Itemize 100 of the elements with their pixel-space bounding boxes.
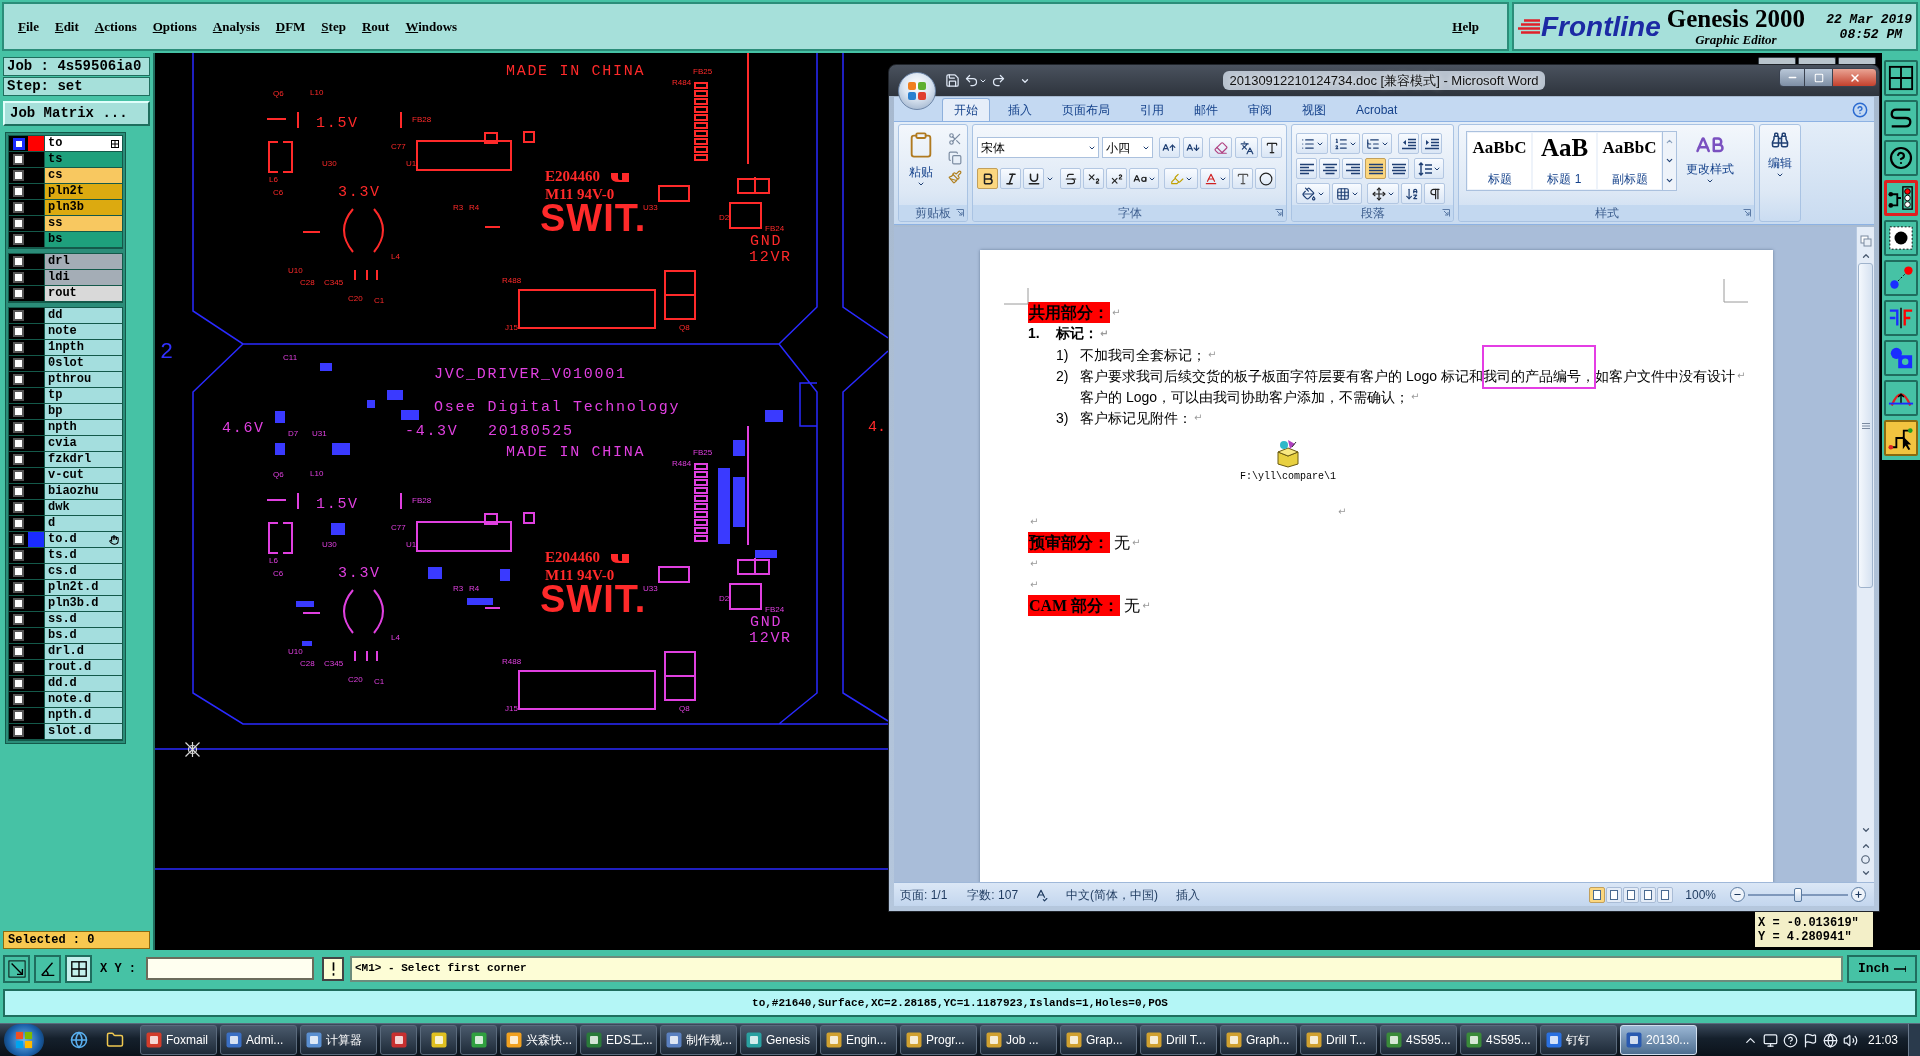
maximize-button[interactable] <box>1805 68 1832 87</box>
paste-button[interactable]: 粘贴 <box>904 129 938 188</box>
taskbar-button[interactable]: 计算器 <box>300 1025 377 1055</box>
layer-checkbox[interactable] <box>9 676 28 691</box>
layer-checkbox[interactable] <box>9 216 28 231</box>
layer-checkbox[interactable] <box>9 468 28 483</box>
layer-checkbox[interactable] <box>9 500 28 515</box>
tool-button[interactable] <box>1884 180 1918 216</box>
layer-checkbox[interactable] <box>9 200 28 215</box>
view-button[interactable] <box>1623 886 1640 903</box>
tool-button[interactable] <box>3 954 30 983</box>
toolbar-button[interactable] <box>1838 57 1876 64</box>
show-marks-button[interactable] <box>1424 183 1445 204</box>
close-button[interactable] <box>1832 68 1877 87</box>
layer-name[interactable]: biaozhu <box>44 484 122 499</box>
layer-checkbox[interactable] <box>9 660 28 675</box>
font-size-field[interactable]: 小四 <box>1102 137 1153 158</box>
layer-checkbox[interactable] <box>9 308 28 323</box>
layer-checkbox[interactable] <box>9 628 28 643</box>
layer-name[interactable]: 1npth <box>44 340 122 355</box>
layer-name[interactable]: 0slot <box>44 356 122 371</box>
taskbar-button[interactable]: Drill T... <box>1140 1025 1217 1055</box>
layer-name[interactable]: rout.d <box>44 660 122 675</box>
taskbar-button[interactable]: Genesis <box>740 1025 817 1055</box>
menu-item[interactable]: Actions <box>86 14 145 39</box>
layer-checkbox[interactable] <box>9 372 28 387</box>
layer-name[interactable]: bs <box>44 232 122 247</box>
multilevel-list-button[interactable] <box>1362 133 1392 154</box>
layer-name[interactable]: cs.d <box>44 564 122 579</box>
style-option[interactable]: AaBbC 标题 <box>1468 133 1531 189</box>
menu-item[interactable]: Options <box>144 14 205 39</box>
borders-button[interactable] <box>1332 183 1362 204</box>
font-name-field[interactable]: 宋体 <box>977 137 1100 158</box>
layer-checkbox[interactable] <box>9 708 28 723</box>
tool-button[interactable] <box>34 954 61 983</box>
start-button[interactable] <box>4 1024 44 1056</box>
layer-name[interactable]: cvia <box>44 436 122 451</box>
alert-button[interactable] <box>322 956 344 981</box>
layer-checkbox[interactable] <box>9 612 28 627</box>
taskbar-button[interactable]: 制作规... <box>660 1025 737 1055</box>
layer-name[interactable]: ss.d <box>44 612 122 627</box>
italic-button[interactable] <box>1000 168 1021 189</box>
taskbar-button[interactable]: Admi... <box>220 1025 297 1055</box>
view-button[interactable] <box>1606 886 1623 903</box>
ribbon-tab[interactable]: 视图 <box>1290 98 1338 121</box>
ribbon-tab[interactable]: 开始 <box>942 98 990 121</box>
menu-item[interactable]: Step <box>313 14 354 39</box>
layer-checkbox[interactable] <box>9 580 28 595</box>
shrink-font-button[interactable] <box>1182 137 1204 158</box>
layer-name[interactable]: note <box>44 324 122 339</box>
taskbar-button[interactable]: Engin... <box>820 1025 897 1055</box>
cut-button[interactable] <box>948 132 962 146</box>
layer-checkbox[interactable] <box>9 340 28 355</box>
line-spacing-button[interactable] <box>1414 158 1444 179</box>
tool-button[interactable] <box>1884 220 1918 256</box>
superscript-button[interactable] <box>1106 168 1127 189</box>
layer-name[interactable]: cs <box>44 168 122 183</box>
layer-checkbox[interactable] <box>9 452 28 467</box>
layer-name[interactable]: ts <box>44 152 122 167</box>
alignment-button[interactable] <box>1319 158 1340 179</box>
ribbon-tab[interactable]: 邮件 <box>1182 98 1230 121</box>
layer-name[interactable]: dd <box>44 308 122 323</box>
layer-checkbox[interactable] <box>9 596 28 611</box>
layer-checkbox[interactable] <box>9 548 28 563</box>
xy-input-field[interactable] <box>146 957 314 980</box>
layer-name[interactable]: slot.d <box>44 724 122 739</box>
subscript-button[interactable] <box>1083 168 1104 189</box>
change-styles-button[interactable]: 更改样式 <box>1683 131 1737 185</box>
style-option[interactable]: AaBbC 副标题 <box>1598 133 1661 189</box>
layer-checkbox[interactable] <box>9 564 28 579</box>
underline-button[interactable] <box>1023 168 1044 189</box>
layer-checkbox[interactable] <box>9 724 28 739</box>
scroll-down-button[interactable] <box>1860 825 1871 835</box>
layer-checkbox[interactable] <box>9 286 28 301</box>
asian-layout-button[interactable] <box>1367 183 1399 204</box>
taskbar-button[interactable]: 兴森快... <box>500 1025 577 1055</box>
layer-checkbox[interactable] <box>9 324 28 339</box>
copy-button[interactable] <box>948 151 962 165</box>
toolbar-button[interactable] <box>1758 57 1796 64</box>
view-button[interactable] <box>1589 886 1606 903</box>
numbering-button[interactable] <box>1330 133 1360 154</box>
alignment-button[interactable] <box>1388 158 1409 179</box>
ribbon-tab[interactable]: 插入 <box>996 98 1044 121</box>
menu-item[interactable]: Edit <box>46 14 87 39</box>
taskbar-button[interactable]: 4S595... <box>1460 1025 1537 1055</box>
zoom-in-button[interactable] <box>1851 887 1866 902</box>
save-button[interactable] <box>945 73 960 88</box>
increase-indent-button[interactable] <box>1421 133 1442 154</box>
layer-name[interactable]: pln3b <box>44 200 122 215</box>
next-page-button[interactable] <box>1860 868 1871 878</box>
layer-checkbox[interactable] <box>9 692 28 707</box>
layer-checkbox[interactable] <box>9 232 28 247</box>
layer-name[interactable]: drl <box>44 254 122 269</box>
editing-button[interactable]: 编辑 <box>1760 125 1800 179</box>
tool-button[interactable] <box>65 954 92 983</box>
help-menu[interactable]: Help <box>1444 14 1487 39</box>
layer-checkbox[interactable] <box>9 254 28 269</box>
layer-name[interactable]: pln3b.d <box>44 596 122 611</box>
taskbar-button[interactable]: Foxmail <box>140 1025 217 1055</box>
layer-name[interactable]: dd.d <box>44 676 122 691</box>
